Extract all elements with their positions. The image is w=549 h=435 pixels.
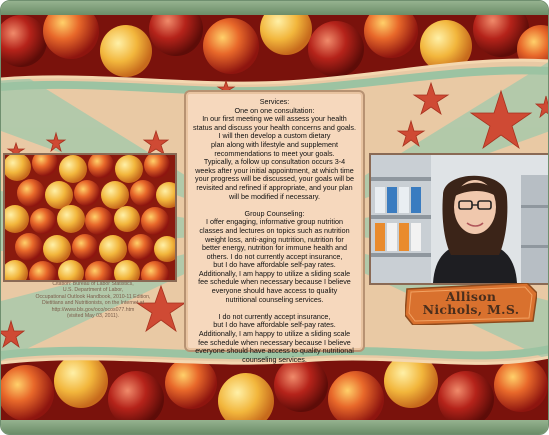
services-text-line: nutritional counseling services. [225,294,324,304]
portrait-photo [369,153,548,285]
bottom-frame-bar [1,420,548,434]
services-text-line: will be modified if necessary. [229,191,320,201]
name-plate: Allison Nichols, M.S. [405,283,537,325]
last-name-credential: Nichols, M.S. [422,302,520,317]
citation-line: (visited May 03, 2011). [66,313,120,320]
citation-text: Citation: Bureau of Labor Statistics, U.… [23,281,163,319]
cherries-photo [3,153,177,282]
citation-line: Dietitians and Nutritionists, on the Int… [41,300,145,307]
page-frame: Citation: Bureau of Labor Statistics, U.… [0,0,549,435]
name-plate-text: Allison Nichols, M.S. [405,290,537,316]
top-cherry-band [1,15,548,84]
top-frame-bar [1,1,548,15]
services-panel: Services: One on one consultation: In ou… [184,90,365,363]
services-text-line: counseling services. [242,354,307,364]
